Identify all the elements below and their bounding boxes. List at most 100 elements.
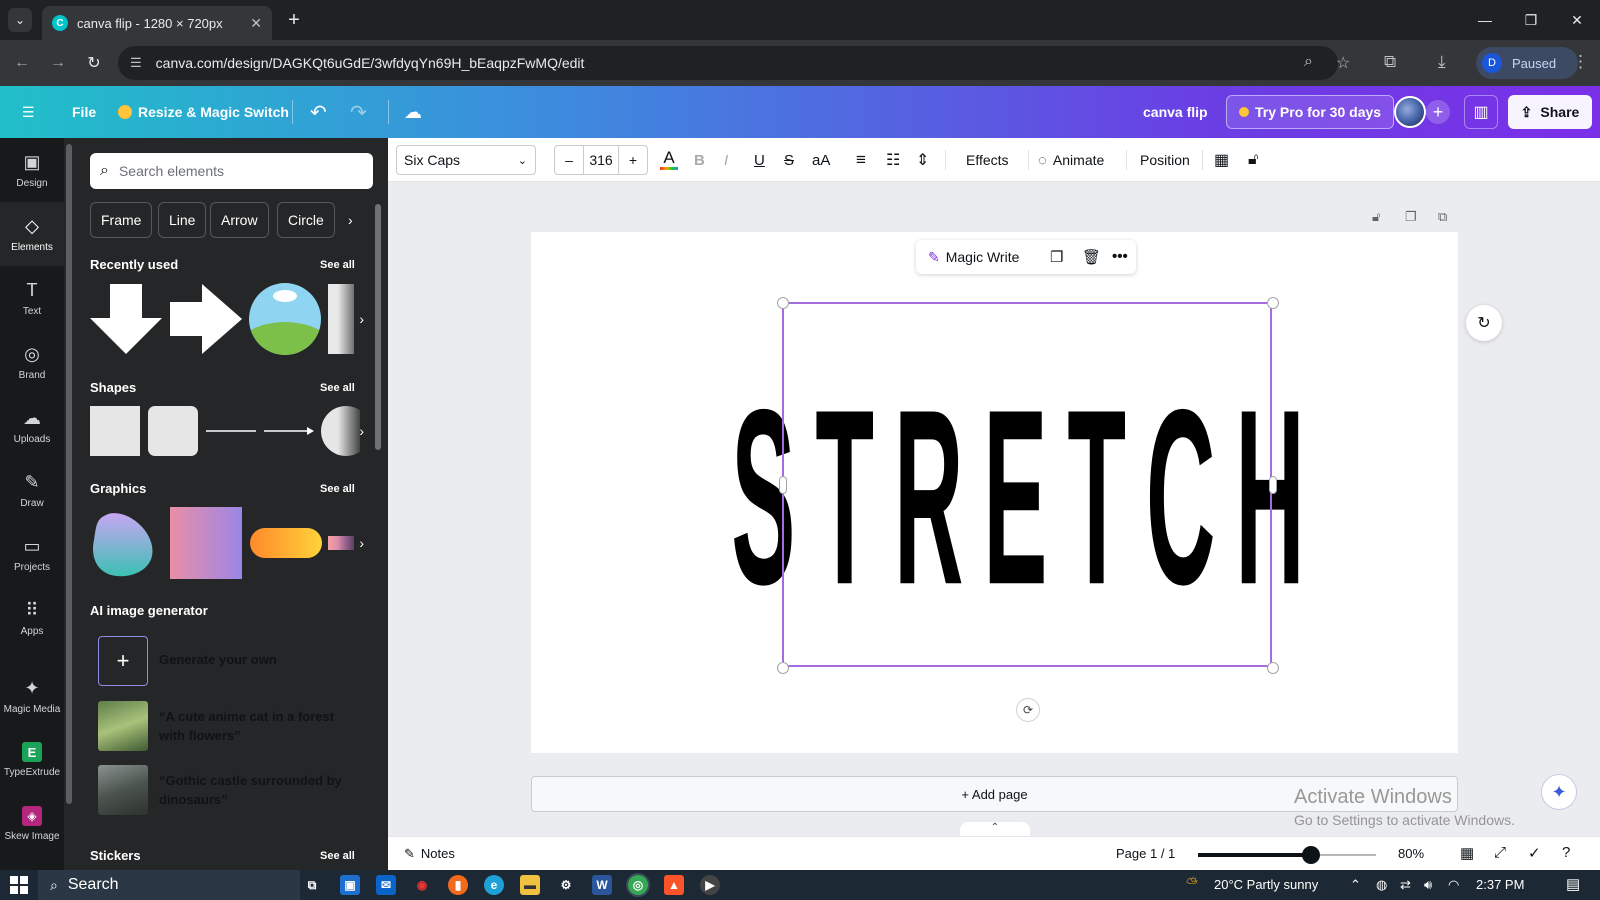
italic-icon[interactable]: I bbox=[724, 138, 728, 182]
file-menu[interactable]: File bbox=[72, 86, 96, 138]
chip-circle[interactable]: Circle bbox=[277, 202, 335, 238]
camera-app-icon[interactable]: ◉ bbox=[412, 875, 432, 895]
help-icon[interactable]: ? bbox=[1562, 844, 1570, 861]
chrome-icon[interactable]: ◎ bbox=[628, 875, 648, 895]
comment-refresh-icon[interactable]: ↻ bbox=[1466, 305, 1502, 341]
see-all-stickers[interactable]: See all bbox=[320, 850, 355, 862]
generate-plus-button[interactable]: + bbox=[98, 636, 148, 686]
resize-handle-bottom-right[interactable] bbox=[1267, 662, 1279, 674]
document-title[interactable]: canva flip bbox=[1143, 86, 1208, 138]
browser-tab[interactable]: C canva flip - 1280 × 720px ✕ bbox=[42, 6, 272, 40]
edge-icon[interactable]: e bbox=[484, 875, 504, 895]
word-icon[interactable]: W bbox=[592, 875, 612, 895]
chip-frame[interactable]: Frame bbox=[90, 202, 153, 238]
selection-box[interactable] bbox=[782, 302, 1272, 667]
tray-link-icon[interactable]: ⇄ bbox=[1400, 877, 1411, 893]
see-all-shapes[interactable]: See all bbox=[320, 382, 355, 394]
see-all-recent[interactable]: See all bbox=[320, 259, 355, 271]
invite-plus-icon[interactable]: + bbox=[1426, 100, 1450, 124]
font-size-input[interactable]: 316 bbox=[583, 146, 619, 174]
rail-item-projects[interactable]: ▭ Projects bbox=[0, 522, 64, 586]
window-close-icon[interactable]: ✕ bbox=[1554, 0, 1600, 40]
chips-next-icon[interactable]: › bbox=[340, 202, 361, 238]
rail-item-apps[interactable]: ⠿ Apps bbox=[0, 586, 64, 650]
task-view-icon[interactable]: ⧉ bbox=[302, 875, 322, 895]
rail-scrollbar[interactable] bbox=[64, 144, 72, 804]
new-tab-icon[interactable]: + bbox=[282, 8, 306, 32]
panel-scrollbar[interactable] bbox=[374, 196, 382, 868]
notes-button[interactable]: ✎ Notes bbox=[404, 846, 455, 862]
share-button[interactable]: ⇪ Share bbox=[1508, 95, 1592, 129]
font-family-select[interactable]: Six Caps ⌄ bbox=[396, 145, 536, 175]
page-lock-icon[interactable]: 🔓︎ bbox=[1372, 209, 1380, 225]
store-icon[interactable]: ▣ bbox=[340, 875, 360, 895]
notifications-icon[interactable]: ▤ bbox=[1566, 875, 1580, 893]
insights-chart-icon[interactable]: ▥ bbox=[1464, 95, 1498, 129]
resize-handle-top-right[interactable] bbox=[1267, 297, 1279, 309]
rail-item-elements[interactable]: ◇ Elements bbox=[0, 202, 64, 266]
rail-item-skew-image[interactable]: ◈ Skew Image bbox=[0, 792, 64, 856]
rail-item-magic-media[interactable]: ✦ Magic Media bbox=[0, 664, 64, 728]
rail-item-brand[interactable]: ◎ Brand bbox=[0, 330, 64, 394]
see-all-graphics[interactable]: See all bbox=[320, 483, 355, 495]
search-elements-input[interactable]: ⌕ Search elements bbox=[90, 153, 373, 189]
duplicate-page-icon[interactable]: ❐ bbox=[1405, 209, 1417, 225]
taskbar-search[interactable]: ⌕ Search bbox=[38, 870, 300, 900]
redo-icon[interactable]: ↷ bbox=[350, 86, 367, 138]
chip-arrow[interactable]: Arrow bbox=[210, 202, 269, 238]
magic-assistant-icon[interactable]: ✦ bbox=[1541, 774, 1577, 810]
fullscreen-icon[interactable]: ⤢ bbox=[1494, 844, 1506, 861]
resize-handle-left[interactable] bbox=[779, 476, 787, 494]
add-page-icon[interactable]: ⧉ bbox=[1438, 209, 1447, 225]
recent-next-icon[interactable]: › bbox=[338, 284, 364, 354]
ai-cat-thumbnail[interactable] bbox=[98, 701, 148, 751]
mail-icon[interactable]: ✉ bbox=[376, 875, 396, 895]
text-color-button[interactable]: A bbox=[660, 138, 678, 182]
wifi-icon[interactable]: ◠ bbox=[1448, 877, 1459, 893]
rail-item-uploads[interactable]: ☁ Uploads bbox=[0, 394, 64, 458]
ai-prompt-castle[interactable]: “Gothic castle surrounded by dinosaurs” bbox=[159, 771, 349, 809]
weather-icon[interactable]: ⛅︎ bbox=[1186, 875, 1198, 892]
back-icon[interactable]: ← bbox=[10, 51, 34, 75]
try-pro-button[interactable]: Try Pro for 30 days bbox=[1226, 95, 1395, 129]
user-avatar[interactable] bbox=[1394, 96, 1426, 128]
show-pages-chevron-icon[interactable]: ⌃ bbox=[960, 822, 1030, 836]
bold-icon[interactable]: B bbox=[694, 138, 705, 182]
zoom-icon[interactable]: ⌕ bbox=[1304, 53, 1313, 71]
menu-icon[interactable]: ☰ bbox=[22, 86, 35, 138]
profile-button[interactable]: D Paused bbox=[1476, 47, 1578, 79]
tab-search-chevron-icon[interactable]: ⌄ bbox=[8, 8, 32, 32]
resize-handle-top-left[interactable] bbox=[777, 297, 789, 309]
bookmark-star-icon[interactable]: ☆ bbox=[1336, 53, 1350, 73]
shapes-next-icon[interactable]: › bbox=[338, 396, 364, 466]
download-icon[interactable]: ⤓ bbox=[1438, 52, 1446, 72]
weather-text[interactable]: 20°C Partly sunny bbox=[1214, 877, 1318, 892]
graphics-next-icon[interactable]: › bbox=[338, 508, 364, 578]
rail-item-text[interactable]: T Text bbox=[0, 266, 64, 330]
resize-handle-bottom-left[interactable] bbox=[777, 662, 789, 674]
chip-line[interactable]: Line bbox=[158, 202, 207, 238]
resize-handle-right[interactable] bbox=[1269, 476, 1277, 494]
page-indicator[interactable]: Page 1 / 1 bbox=[1116, 846, 1175, 861]
ai-prompt-cat[interactable]: “A cute anime cat in a forest with flowe… bbox=[159, 707, 349, 745]
increase-size-button[interactable]: + bbox=[619, 152, 647, 168]
zoom-percentage[interactable]: 80% bbox=[1398, 846, 1424, 861]
rotate-handle-icon[interactable]: ⟳ bbox=[1016, 698, 1040, 722]
resize-button[interactable]: Resize & Magic Switch bbox=[118, 86, 289, 138]
browser-menu-icon[interactable]: ⋮ bbox=[1572, 52, 1589, 72]
windows-start-icon[interactable] bbox=[10, 876, 28, 894]
panel-scrollbar-thumb[interactable] bbox=[375, 204, 381, 450]
ai-castle-thumbnail[interactable] bbox=[98, 765, 148, 815]
tab-close-icon[interactable]: ✕ bbox=[250, 15, 262, 32]
tray-app-icon[interactable]: ◍ bbox=[1376, 877, 1387, 893]
zoom-slider[interactable] bbox=[1198, 853, 1376, 857]
undo-icon[interactable]: ↶ bbox=[310, 86, 327, 138]
check-circle-icon[interactable]: ✓ bbox=[1528, 844, 1541, 862]
extensions-icon[interactable]: ⧉ bbox=[1384, 52, 1396, 72]
rail-scrollbar-thumb[interactable] bbox=[66, 144, 72, 804]
tray-speaker-icon[interactable]: 🔊︎ bbox=[1424, 877, 1432, 893]
rail-item-typeextrude[interactable]: E TypeExtrude bbox=[0, 728, 64, 792]
url-field[interactable]: ☰ canva.com/design/DAGKQt6uGdE/3wfdyqYn6… bbox=[118, 46, 1350, 80]
restore-icon[interactable]: ❐ bbox=[1508, 0, 1554, 40]
clock-time[interactable]: 2:37 PM bbox=[1476, 877, 1524, 892]
